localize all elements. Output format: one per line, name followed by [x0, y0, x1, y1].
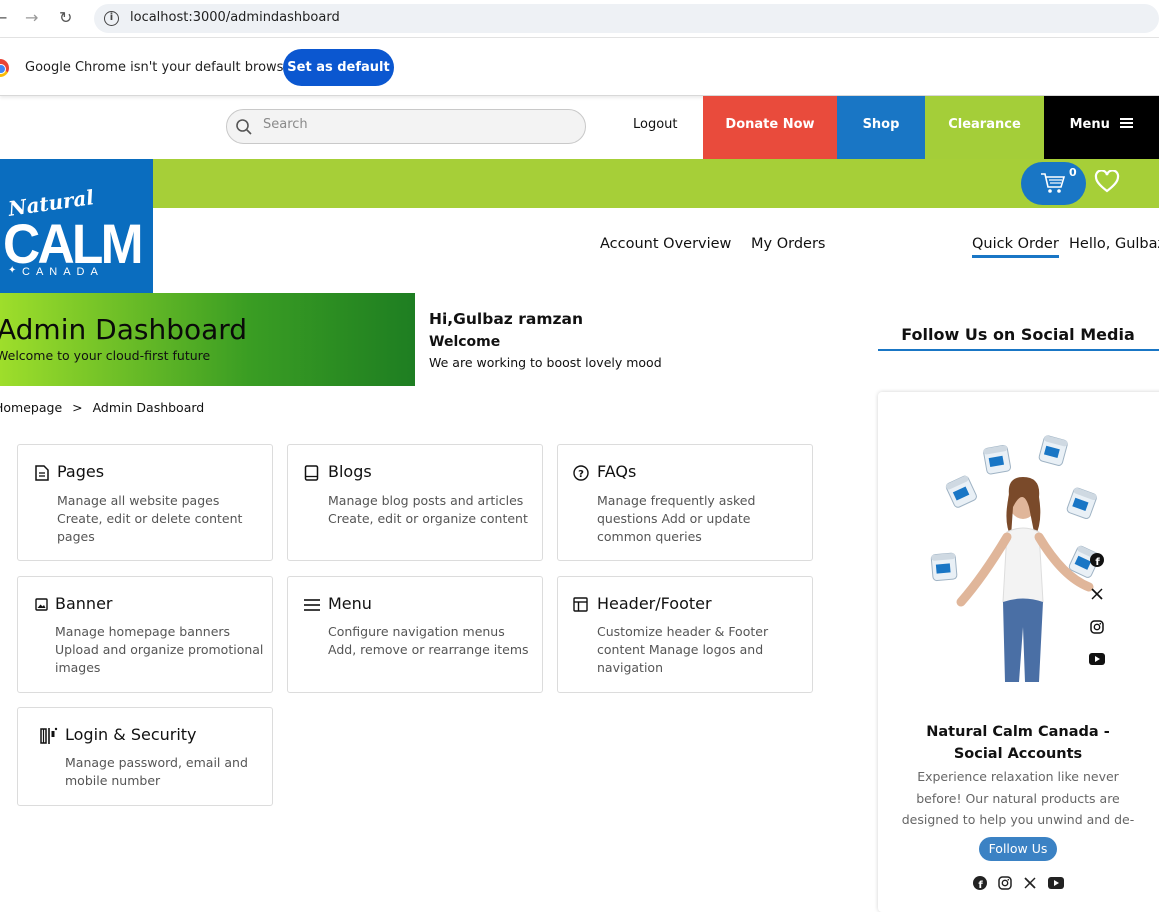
natural-calm-logo[interactable]: Natural CALM CANADA ✦	[0, 159, 153, 293]
set-as-default-button[interactable]: Set as default	[283, 49, 394, 86]
layout-icon	[573, 597, 588, 612]
logout-link[interactable]: Logout	[633, 117, 678, 132]
svg-text:f: f	[1095, 557, 1100, 567]
forward-arrow-icon[interactable]: →	[25, 8, 38, 27]
card-title: Login & Security	[65, 725, 197, 744]
card-menu[interactable]: Menu Configure navigation menus Add, rem…	[287, 576, 543, 693]
product-tub	[1066, 487, 1097, 520]
maple-leaf-icon: ✦	[8, 265, 17, 276]
admin-banner: Admin Dashboard Welcome to your cloud-fi…	[0, 293, 415, 386]
reload-icon[interactable]: ↻	[59, 8, 72, 27]
card-title: Banner	[55, 594, 113, 613]
youtube-icon[interactable]	[1048, 877, 1064, 889]
user-greeting[interactable]: Hello, Gulbaz	[1069, 236, 1159, 252]
welcome-message: We are working to boost lovely mood	[429, 355, 662, 370]
card-description: Manage blog posts and articles Create, e…	[328, 493, 528, 526]
social-card-heading: Natural Calm Canada - Social Accounts	[926, 724, 1110, 762]
question-icon: ?	[573, 465, 589, 481]
x-icon[interactable]	[1023, 876, 1037, 890]
browser-toolbar: ← → ↻ i localhost:3000/admindashboard	[0, 0, 1159, 38]
logo-country: CANADA	[22, 266, 104, 278]
card-title: Menu	[328, 594, 372, 613]
search-icon	[236, 119, 252, 135]
card-blogs[interactable]: Blogs Manage blog posts and articles Cre…	[287, 444, 543, 561]
card-title: Header/Footer	[597, 594, 712, 613]
youtube-icon[interactable]	[1089, 653, 1105, 665]
facebook-icon[interactable]: f	[1090, 553, 1104, 567]
card-title: Blogs	[328, 462, 372, 481]
card-description: Manage all website pages Create, edit or…	[57, 493, 243, 544]
instagram-icon[interactable]	[1090, 620, 1104, 634]
image-icon	[35, 598, 48, 611]
search-bar[interactable]	[226, 109, 586, 144]
account-overview-link[interactable]: Account Overview	[600, 236, 731, 252]
svg-text:f: f	[978, 880, 983, 890]
card-description: Customize header & Footer content Manage…	[597, 624, 769, 675]
hamburger-icon	[1120, 117, 1134, 128]
page-subtitle: Welcome to your cloud-first future	[0, 348, 211, 363]
product-tub	[983, 444, 1012, 475]
instagram-icon[interactable]	[998, 876, 1012, 890]
my-orders-link[interactable]: My Orders	[751, 236, 825, 252]
card-pages[interactable]: Pages Manage all website pages Create, e…	[17, 444, 273, 561]
cart-count-badge: 0	[1069, 166, 1077, 179]
heart-icon[interactable]	[1094, 170, 1120, 194]
document-icon	[35, 465, 49, 481]
card-header-footer[interactable]: Header/Footer Customize header & Footer …	[557, 576, 813, 693]
default-browser-message: Google Chrome isn't your default browser	[25, 60, 297, 75]
breadcrumb-home[interactable]: Homepage	[0, 400, 62, 415]
card-description: Manage frequently asked questions Add or…	[597, 493, 756, 544]
address-bar[interactable]: i localhost:3000/admindashboard	[94, 4, 1159, 33]
page-title: Admin Dashboard	[0, 313, 248, 346]
shop-button[interactable]: Shop	[837, 96, 925, 159]
product-tub	[930, 552, 958, 582]
card-description: Configure navigation menus Add, remove o…	[328, 624, 529, 657]
brand-band	[153, 159, 1159, 208]
search-input[interactable]	[263, 117, 563, 132]
user-hi: Hi,Gulbaz ramzan	[429, 310, 583, 328]
card-login-security[interactable]: Login & Security Manage password, email …	[17, 707, 273, 806]
menu-button[interactable]: Menu	[1044, 96, 1159, 159]
chrome-logo-icon	[0, 59, 9, 77]
donate-now-button[interactable]: Donate Now	[703, 96, 837, 159]
svg-text:?: ?	[578, 469, 584, 480]
x-icon[interactable]	[1090, 587, 1104, 601]
back-arrow-icon[interactable]: ←	[0, 8, 7, 27]
breadcrumb-current: Admin Dashboard	[92, 400, 205, 415]
card-title: FAQs	[597, 462, 637, 481]
menu-icon	[304, 599, 320, 611]
card-title: Pages	[57, 462, 105, 481]
cart-icon	[1041, 173, 1066, 193]
card-banner[interactable]: Banner Manage homepage banners Upload an…	[17, 576, 273, 693]
security-icon	[40, 727, 58, 744]
facebook-icon[interactable]: f	[973, 876, 987, 890]
quick-order-link[interactable]: Quick Order	[972, 236, 1059, 258]
breadcrumb: Homepage > Admin Dashboard	[0, 400, 204, 415]
breadcrumb-separator: >	[72, 400, 83, 415]
card-faqs[interactable]: ? FAQs Manage frequently asked questions…	[557, 444, 813, 561]
book-icon	[304, 465, 319, 481]
welcome-heading: Welcome	[429, 334, 501, 350]
url-text: localhost:3000/admindashboard	[130, 10, 340, 25]
site-info-icon[interactable]: i	[104, 11, 119, 26]
card-description: Manage homepage banners Upload and organ…	[55, 624, 264, 675]
card-description: Manage password, email and mobile number	[65, 755, 248, 788]
divider	[878, 349, 1159, 351]
default-browser-infobar: Google Chrome isn't your default browser…	[0, 38, 1159, 96]
menu-label: Menu	[1069, 117, 1110, 132]
clearance-button[interactable]: Clearance	[925, 96, 1044, 159]
product-tub	[1038, 435, 1068, 466]
follow-us-button[interactable]: Follow Us	[979, 837, 1057, 861]
social-section-title: Follow Us on Social Media	[901, 325, 1135, 344]
product-tub	[945, 475, 977, 508]
